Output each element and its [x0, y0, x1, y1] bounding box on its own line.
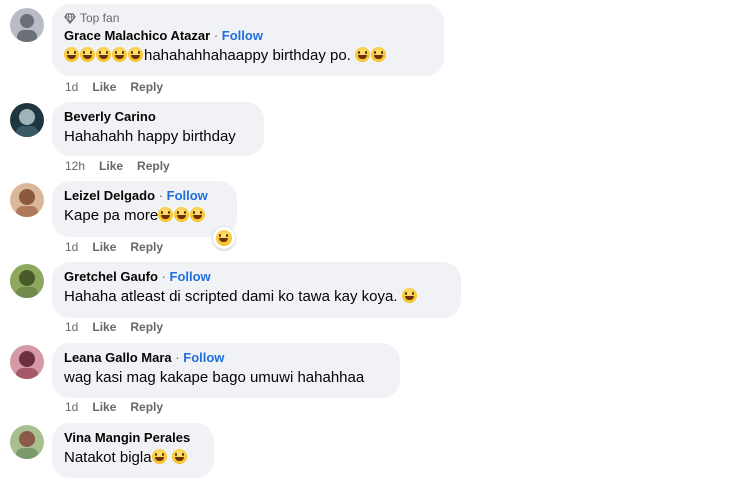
commenter-name[interactable]: Beverly Carino	[64, 109, 156, 124]
like-button[interactable]: Like	[92, 400, 116, 414]
separator: ·	[175, 350, 180, 365]
avatar[interactable]	[10, 345, 44, 379]
avatar-image	[10, 8, 44, 42]
follow-button[interactable]: Follow	[183, 350, 224, 365]
haha-reaction-icon	[216, 230, 232, 246]
follow-button[interactable]: Follow	[167, 188, 208, 203]
top-fan-label: Top fan	[80, 11, 120, 25]
laughing-emoji-icon	[128, 47, 143, 62]
comment-text: wag kasi mag kakape bago umuwi hahahhaa	[64, 369, 365, 386]
grin-emoji-icon	[171, 449, 187, 464]
top-fan-badge: Top fan	[64, 11, 432, 25]
reply-button[interactable]: Reply	[130, 400, 163, 414]
comment-actions: 12h Like Reply	[65, 159, 170, 173]
timestamp[interactable]: 1d	[65, 80, 78, 94]
like-button[interactable]: Like	[92, 80, 116, 94]
grin-emoji-icon	[151, 449, 167, 464]
avatar-image	[10, 345, 44, 379]
comment-text-row: Kape pa more	[64, 206, 225, 226]
timestamp[interactable]: 1d	[65, 400, 78, 414]
reply-button[interactable]: Reply	[137, 159, 170, 173]
commenter-name[interactable]: Leizel Delgado	[64, 188, 155, 203]
comment-text: Hahaha atleast di scripted dami ko tawa …	[64, 288, 398, 305]
grin-emoji-icon	[355, 47, 371, 62]
rofl-emoji-icon	[174, 207, 190, 222]
reaction-badge[interactable]	[213, 227, 235, 249]
avatar[interactable]	[10, 8, 44, 42]
comment-text-row: hahahahhahaappy birthday po.	[64, 46, 432, 66]
comment-actions: 1d Like Reply	[65, 400, 163, 414]
comment-actions: 1d Like Reply	[65, 80, 163, 94]
comment-bubble: Leizel Delgado · Follow Kape pa more	[52, 181, 237, 237]
reply-button[interactable]: Reply	[130, 240, 163, 254]
rofl-emoji-icon	[401, 288, 417, 303]
like-button[interactable]: Like	[92, 240, 116, 254]
avatar[interactable]	[10, 183, 44, 217]
separator: ·	[161, 269, 166, 284]
reply-button[interactable]: Reply	[130, 320, 163, 334]
reply-button[interactable]: Reply	[130, 80, 163, 94]
follow-button[interactable]: Follow	[222, 28, 263, 43]
comment-actions: 1d Like Reply	[65, 240, 163, 254]
avatar[interactable]	[10, 103, 44, 137]
comment-bubble: Vina Mangin Perales Natakot bigla	[52, 423, 214, 478]
like-button[interactable]: Like	[99, 159, 123, 173]
rofl-emoji-icon	[158, 207, 174, 222]
avatar-image	[10, 264, 44, 298]
avatar[interactable]	[10, 425, 44, 459]
timestamp[interactable]: 12h	[65, 159, 85, 173]
comment-bubble: Leana Gallo Mara · Follow wag kasi mag k…	[52, 343, 400, 398]
follow-button[interactable]: Follow	[170, 269, 211, 284]
laughing-emoji-icon	[64, 47, 79, 62]
comment-text: Kape pa more	[64, 207, 159, 224]
avatar-image	[10, 425, 44, 459]
comment-text: Natakot bigla	[64, 449, 152, 466]
commenter-name[interactable]: Vina Mangin Perales	[64, 430, 190, 445]
diamond-icon	[64, 12, 76, 24]
laughing-emoji-icon	[96, 47, 111, 62]
comment-text-row: Hahaha atleast di scripted dami ko tawa …	[64, 287, 449, 307]
avatar[interactable]	[10, 264, 44, 298]
comment-actions: 1d Like Reply	[65, 320, 163, 334]
commenter-name[interactable]: Leana Gallo Mara	[64, 350, 172, 365]
comment-text-row: Natakot bigla	[64, 448, 202, 468]
comment-bubble: Beverly Carino Hahahahh happy birthday	[52, 102, 264, 156]
like-button[interactable]: Like	[92, 320, 116, 334]
grin-emoji-icon	[371, 47, 387, 62]
comment-text: Hahahahh happy birthday	[64, 128, 236, 145]
rofl-emoji-icon	[190, 207, 206, 222]
comment-bubble: Gretchel Gaufo · Follow Hahaha atleast d…	[52, 262, 461, 318]
separator: ·	[213, 28, 219, 43]
comment-text: hahahahhahaappy birthday po.	[144, 47, 351, 64]
timestamp[interactable]: 1d	[65, 240, 78, 254]
avatar-image	[10, 103, 44, 137]
laughing-emoji-icon	[112, 47, 127, 62]
commenter-name[interactable]: Grace Malachico Atazar	[64, 28, 210, 43]
timestamp[interactable]: 1d	[65, 320, 78, 334]
avatar-image	[10, 183, 44, 217]
laughing-emoji-icon	[80, 47, 95, 62]
comment-bubble: Top fan Grace Malachico Atazar · Follow …	[52, 4, 444, 76]
commenter-name[interactable]: Gretchel Gaufo	[64, 269, 158, 284]
separator: ·	[158, 188, 163, 203]
